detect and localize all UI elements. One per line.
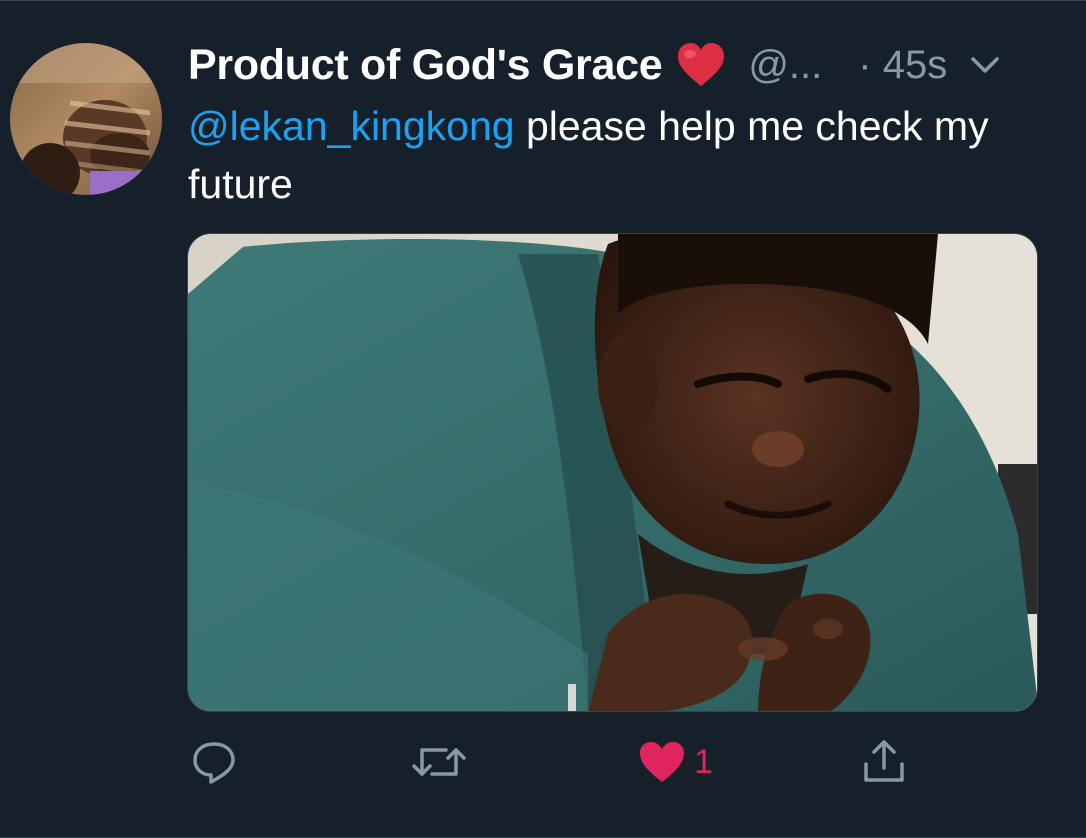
chevron-down-icon[interactable] xyxy=(967,47,1003,83)
tweet-image[interactable] xyxy=(187,233,1038,712)
like-button[interactable]: 1 xyxy=(638,737,713,787)
tweet-text: @lekan_kingkong please help me check my … xyxy=(188,97,1048,213)
handle[interactable]: @... xyxy=(748,43,822,88)
mention-link[interactable]: @lekan_kingkong xyxy=(188,103,515,149)
red-heart-emoji-icon xyxy=(676,42,726,88)
display-name[interactable]: Product of God's Grace xyxy=(188,41,663,90)
like-count: 1 xyxy=(694,742,713,781)
tweet[interactable]: Product of God's Grace @... · 45s @lekan… xyxy=(0,0,1086,838)
timestamp[interactable]: · 45s xyxy=(858,43,947,88)
share-icon xyxy=(860,738,908,786)
retweet-icon xyxy=(412,738,466,786)
retweet-button[interactable] xyxy=(412,737,466,787)
reply-icon xyxy=(190,738,238,786)
like-icon xyxy=(638,740,686,784)
share-button[interactable] xyxy=(860,737,908,787)
tweet-header: Product of God's Grace @... · 45s xyxy=(188,37,1058,93)
avatar[interactable] xyxy=(10,43,162,195)
reply-button[interactable] xyxy=(190,737,238,787)
action-bar: 1 xyxy=(188,737,948,791)
